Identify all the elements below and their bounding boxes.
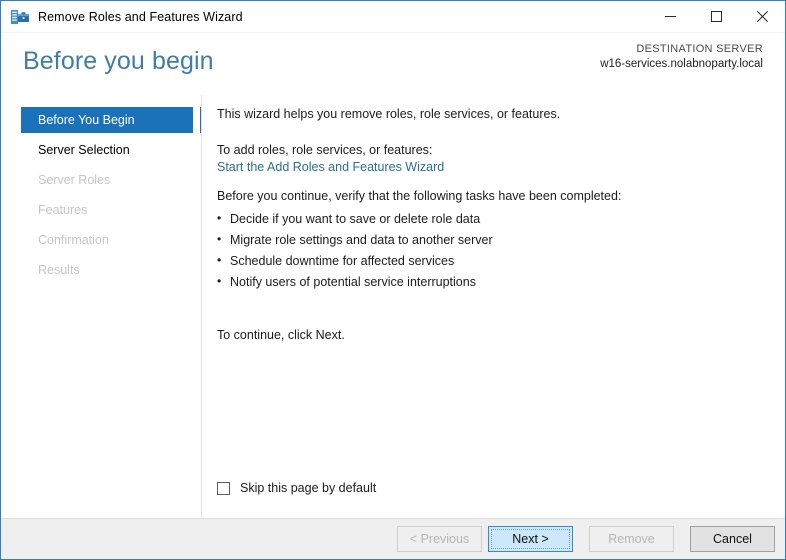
maximize-icon: [710, 11, 722, 22]
wizard-footer: < Previous Next > Remove Cancel: [1, 519, 785, 559]
title-bar[interactable]: Remove Roles and Features Wizard: [1, 1, 785, 32]
sidebar-item-confirmation: Confirmation: [21, 227, 193, 253]
cancel-button[interactable]: Cancel: [690, 526, 775, 552]
list-item: Schedule downtime for affected services: [217, 252, 493, 269]
add-roles-prompt: To add roles, role services, or features…: [217, 143, 433, 157]
sidebar-item-label: Confirmation: [38, 233, 109, 247]
sidebar-item-server-selection[interactable]: Server Selection: [21, 137, 193, 163]
page-header: Before you begin DESTINATION SERVER w16-…: [1, 33, 785, 95]
remove-roles-and-features-wizard-window: Remove Roles and Features Wizard Before …: [0, 0, 786, 560]
sidebar-item-before-you-begin[interactable]: Before You Begin: [21, 107, 193, 133]
list-item: Notify users of potential service interr…: [217, 273, 493, 290]
list-item: Decide if you want to save or delete rol…: [217, 210, 493, 227]
destination-server-name: w16-services.nolabnoparty.local: [600, 58, 763, 70]
pre-removal-task-list: Decide if you want to save or delete rol…: [217, 210, 493, 295]
start-add-roles-wizard-link[interactable]: Start the Add Roles and Features Wizard: [217, 159, 444, 175]
sidebar-item-label: Features: [38, 203, 88, 217]
body-area: Before You Begin Server Selection Server…: [1, 95, 785, 518]
minimize-icon: [664, 16, 676, 17]
wizard-step-navigation: Before You Begin Server Selection Server…: [1, 95, 203, 518]
list-item: Migrate role settings and data to anothe…: [217, 231, 493, 248]
previous-button[interactable]: < Previous: [397, 526, 482, 552]
minimize-button[interactable]: [647, 1, 693, 32]
continue-text: To continue, click Next.: [217, 328, 345, 342]
intro-text: This wizard helps you remove roles, role…: [217, 107, 561, 121]
close-button[interactable]: [739, 1, 785, 32]
window-controls: [647, 1, 785, 32]
sidebar-item-label: Results: [38, 263, 80, 277]
skip-page-checkbox[interactable]: [217, 481, 230, 495]
page-title: Before you begin: [23, 47, 214, 75]
sidebar-item-features: Features: [21, 197, 193, 223]
sidebar-item-label: Server Selection: [38, 143, 130, 157]
sidebar-item-server-roles: Server Roles: [21, 167, 193, 193]
next-button[interactable]: Next >: [488, 526, 573, 552]
skip-page-checkbox-label: Skip this page by default: [240, 481, 377, 495]
skip-page-checkbox-row[interactable]: Skip this page by default: [217, 481, 376, 495]
destination-server-block: DESTINATION SERVER w16-services.nolabnop…: [600, 43, 763, 70]
server-roles-icon: [11, 9, 29, 24]
maximize-button[interactable]: [693, 1, 739, 32]
sidebar-item-label: Before You Begin: [38, 113, 135, 127]
window-title: Remove Roles and Features Wizard: [38, 9, 243, 24]
verify-tasks-prompt: Before you continue, verify that the fol…: [217, 189, 622, 203]
close-icon: [756, 11, 768, 22]
wizard-content-panel: This wizard helps you remove roles, role…: [202, 95, 785, 518]
sidebar-item-results: Results: [21, 257, 193, 283]
sidebar-item-label: Server Roles: [38, 173, 111, 187]
remove-button[interactable]: Remove: [589, 526, 674, 552]
destination-server-label: DESTINATION SERVER: [636, 43, 763, 55]
